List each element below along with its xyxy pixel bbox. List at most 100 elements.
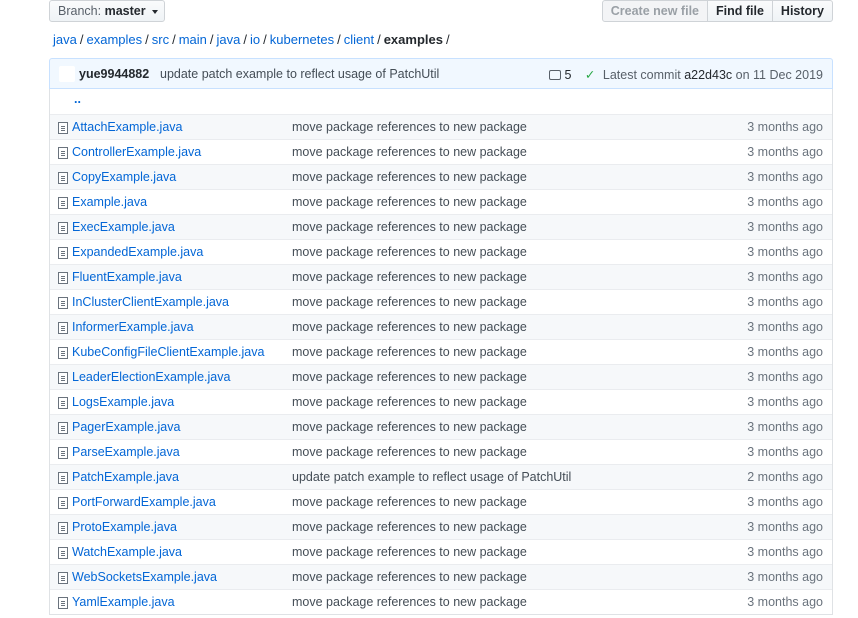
- file-name-link[interactable]: ParseExample.java: [72, 445, 180, 459]
- file-icon: [58, 422, 68, 434]
- file-icon: [58, 197, 68, 209]
- file-commit-message[interactable]: move package references to new package: [292, 220, 527, 234]
- commit-author[interactable]: yue9944882: [79, 67, 149, 81]
- file-commit-message[interactable]: move package references to new package: [292, 345, 527, 359]
- comment-count: 5: [564, 68, 572, 82]
- file-row: InformerExample.java move package referen…: [50, 314, 832, 339]
- file-commit-message[interactable]: move package references to new package: [292, 320, 527, 334]
- history-button[interactable]: History: [771, 0, 833, 22]
- file-row: LogsExample.java move package references …: [50, 389, 832, 414]
- file-row: InClusterClientExample.java move package …: [50, 289, 832, 314]
- parent-directory-link[interactable]: ..: [74, 92, 81, 106]
- check-icon[interactable]: ✓: [585, 68, 595, 82]
- file-age: 3 months ago: [747, 270, 823, 284]
- file-row: ControllerExample.java move package refer…: [50, 139, 832, 164]
- file-name-link[interactable]: ProtoExample.java: [72, 520, 177, 534]
- breadcrumb-current: examples: [383, 32, 443, 47]
- file-commit-message[interactable]: move package references to new package: [292, 495, 527, 509]
- file-name-link[interactable]: AttachExample.java: [72, 120, 182, 134]
- file-icon: [58, 572, 68, 584]
- comments-link[interactable]: 5: [549, 68, 581, 82]
- file-commit-message[interactable]: move package references to new package: [292, 145, 527, 159]
- file-name-link[interactable]: KubeConfigFileClientExample.java: [72, 345, 264, 359]
- file-name-link[interactable]: ControllerExample.java: [72, 145, 201, 159]
- breadcrumb-link-client[interactable]: client: [344, 32, 374, 47]
- file-age: 3 months ago: [747, 595, 823, 609]
- file-icon: [58, 297, 68, 309]
- file-commit-message[interactable]: move package references to new package: [292, 520, 527, 534]
- file-age: 3 months ago: [747, 245, 823, 259]
- file-commit-message[interactable]: move package references to new package: [292, 445, 527, 459]
- breadcrumb-link-main[interactable]: main: [179, 32, 207, 47]
- file-actions: Create new file Find file History: [601, 0, 833, 22]
- branch-name: master: [104, 4, 146, 18]
- file-commit-message[interactable]: move package references to new package: [292, 420, 527, 434]
- file-name-link[interactable]: YamlExample.java: [72, 595, 175, 609]
- file-commit-message[interactable]: move package references to new package: [292, 595, 527, 609]
- comment-icon: [549, 70, 562, 80]
- commit-message[interactable]: update patch example to reflect usage of…: [160, 67, 439, 81]
- file-icon: [58, 122, 68, 134]
- find-file-button[interactable]: Find file: [707, 0, 773, 22]
- breadcrumb-link-java-2[interactable]: java: [217, 32, 241, 47]
- file-commit-message[interactable]: move package references to new package: [292, 295, 527, 309]
- file-name-link[interactable]: ExecExample.java: [72, 220, 175, 234]
- file-commit-message[interactable]: move package references to new package: [292, 245, 527, 259]
- file-row: WebSocketsExample.java move package refer…: [50, 564, 832, 589]
- file-name-link[interactable]: Example.java: [72, 195, 147, 209]
- file-name-link[interactable]: LogsExample.java: [72, 395, 174, 409]
- file-commit-message[interactable]: move package references to new package: [292, 545, 527, 559]
- file-name-link[interactable]: InClusterClientExample.java: [72, 295, 229, 309]
- file-icon: [58, 172, 68, 184]
- file-commit-message[interactable]: move package references to new package: [292, 170, 527, 184]
- breadcrumb-link-io[interactable]: io: [250, 32, 260, 47]
- latest-commit-label: Latest commit: [602, 68, 681, 82]
- file-age: 2 months ago: [747, 470, 823, 484]
- file-commit-message[interactable]: move package references to new package: [292, 370, 527, 384]
- file-name-link[interactable]: LeaderElectionExample.java: [72, 370, 230, 384]
- file-row: CopyExample.java move package references …: [50, 164, 832, 189]
- file-name-link[interactable]: PatchExample.java: [72, 470, 179, 484]
- file-name-link[interactable]: PagerExample.java: [72, 420, 180, 434]
- breadcrumb-link-examples[interactable]: examples: [86, 32, 142, 47]
- file-age: 3 months ago: [747, 545, 823, 559]
- branch-select-button[interactable]: Branch: master: [49, 0, 165, 22]
- file-commit-message[interactable]: update patch example to reflect usage of…: [292, 470, 571, 484]
- file-age: 3 months ago: [747, 520, 823, 534]
- commit-sha[interactable]: a22d43c: [684, 68, 732, 82]
- breadcrumb-link-kubernetes[interactable]: kubernetes: [270, 32, 334, 47]
- file-name-link[interactable]: CopyExample.java: [72, 170, 176, 184]
- file-commit-message[interactable]: move package references to new package: [292, 395, 527, 409]
- file-commit-message[interactable]: move package references to new package: [292, 120, 527, 134]
- file-row: PatchExample.java update patch example to…: [50, 464, 832, 489]
- file-age: 3 months ago: [747, 320, 823, 334]
- file-name-link[interactable]: WebSocketsExample.java: [72, 570, 217, 584]
- file-name-link[interactable]: FluentExample.java: [72, 270, 182, 284]
- file-name-link[interactable]: PortForwardExample.java: [72, 495, 216, 509]
- commit-meta: 5 ✓ Latest commit a22d43c on 11 Dec 2019: [549, 67, 823, 82]
- file-icon: [58, 547, 68, 559]
- file-name-link[interactable]: WatchExample.java: [72, 545, 182, 559]
- file-icon: [58, 497, 68, 509]
- file-age: 3 months ago: [747, 370, 823, 384]
- branch-label: Branch:: [58, 4, 102, 18]
- file-name-link[interactable]: InformerExample.java: [72, 320, 194, 334]
- file-name-link[interactable]: ExpandedExample.java: [72, 245, 203, 259]
- commit-on-label: on: [735, 68, 750, 82]
- file-icon: [58, 397, 68, 409]
- parent-directory-row[interactable]: ..: [50, 89, 832, 114]
- create-new-file-button[interactable]: Create new file: [601, 0, 708, 22]
- avatar[interactable]: [59, 66, 75, 82]
- file-commit-message[interactable]: move package references to new package: [292, 270, 527, 284]
- breadcrumb-link-java[interactable]: java: [53, 32, 77, 47]
- file-age: 3 months ago: [747, 445, 823, 459]
- file-commit-message[interactable]: move package references to new package: [292, 195, 527, 209]
- file-icon: [58, 597, 68, 609]
- file-icon: [58, 347, 68, 359]
- file-icon: [58, 472, 68, 484]
- file-commit-message[interactable]: move package references to new package: [292, 570, 527, 584]
- file-icon: [58, 322, 68, 334]
- file-icon: [58, 522, 68, 534]
- breadcrumb-link-src[interactable]: src: [152, 32, 169, 47]
- file-age: 3 months ago: [747, 495, 823, 509]
